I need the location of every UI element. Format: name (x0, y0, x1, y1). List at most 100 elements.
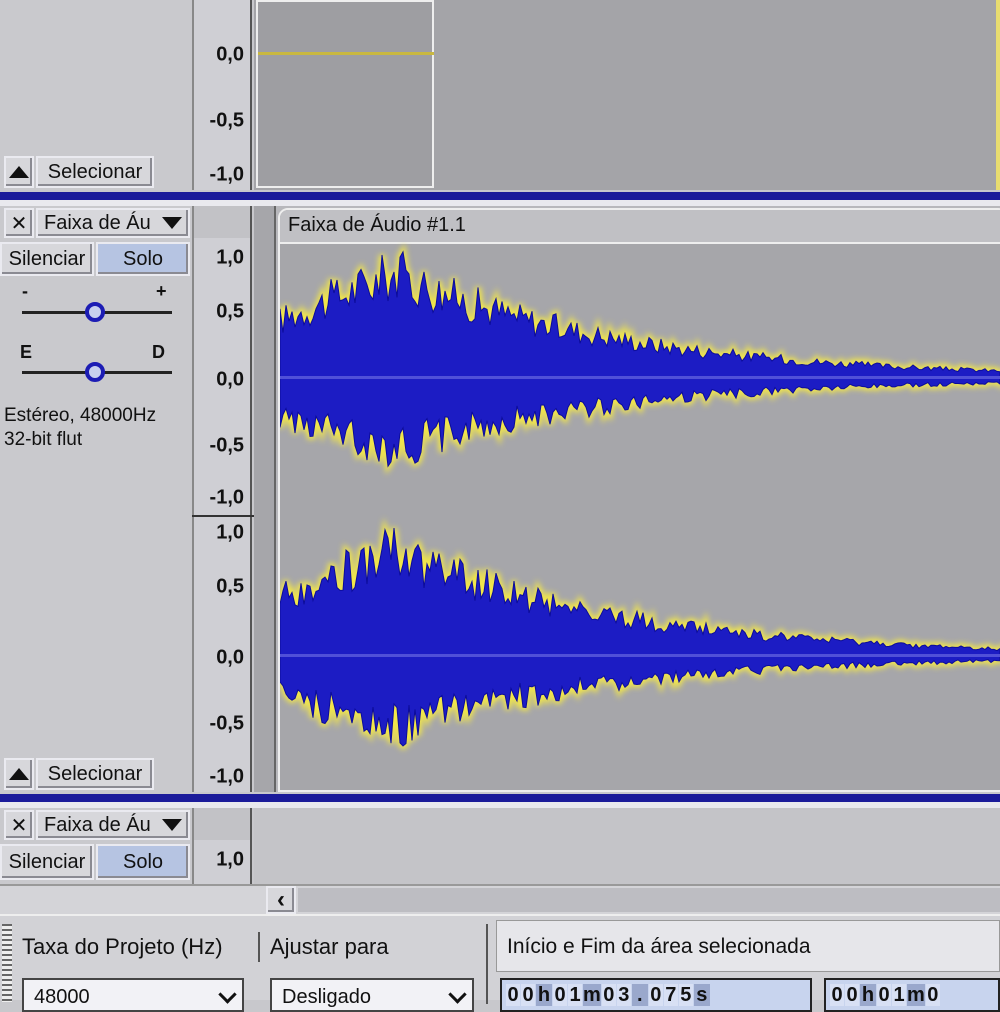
track1-waveform-area[interactable]: Faixa de Áudio #1.1 (254, 206, 1000, 792)
time-digit[interactable]: 0 (830, 984, 844, 1006)
track-separator (0, 192, 1000, 200)
triangle-down-icon (162, 217, 182, 229)
triangle-down-icon (162, 819, 182, 831)
time-unit: m (583, 984, 601, 1006)
time-digit[interactable]: 1 (568, 984, 582, 1006)
ruler-tick: -0,5 (209, 712, 244, 735)
select-track-button[interactable]: Selecionar (36, 758, 154, 790)
track2-name-menu[interactable]: Faixa de Áu (36, 810, 190, 840)
time-unit: s (693, 984, 710, 1006)
ruler-tick: 1,0 (216, 246, 244, 269)
track2-ruler: 1,0 (192, 808, 252, 884)
time-digit[interactable]: 7 (663, 984, 678, 1006)
time-digit[interactable]: 0 (845, 984, 859, 1006)
collapse-button[interactable] (4, 156, 34, 188)
waveform-center (280, 654, 1000, 657)
ruler-tick: -1,0 (209, 486, 244, 509)
track1-upper-ruler: 1,0 0,5 0,0 -0,5 -1,0 (192, 206, 252, 516)
top-track-vertical-ruler: 0,0 -0,5 -1,0 (192, 0, 252, 190)
track1-format-info: Estéreo, 48000Hz 32-bit flut (4, 404, 156, 452)
track1-solo-button[interactable]: Solo (96, 242, 190, 276)
top-track-zero-line (258, 52, 434, 55)
chevron-down-icon (448, 985, 467, 1004)
top-track-waveform-area[interactable] (254, 0, 1000, 190)
selection-header: Início e Fim da área selecionada (496, 920, 1000, 972)
track-separator (0, 794, 1000, 802)
clip-title-bar[interactable]: Faixa de Áudio #1.1 (280, 210, 1000, 244)
project-rate-label: Taxa do Projeto (Hz) (22, 934, 223, 959)
track-name-label: Faixa de Áu (44, 211, 151, 234)
selection-end-time[interactable]: 00h01m0 (824, 978, 1000, 1012)
chevron-left-icon: ‹ (277, 886, 285, 913)
track2-solo-button[interactable]: Solo (96, 844, 190, 880)
time-digit[interactable]: 0 (521, 984, 535, 1006)
time-digit[interactable]: 0 (601, 984, 616, 1006)
time-digit[interactable]: 1 (892, 984, 906, 1006)
time-digit[interactable]: 0 (553, 984, 567, 1006)
waveform-center (280, 376, 1000, 379)
clip-left-margin (254, 206, 276, 792)
ruler-tick: -0,5 (209, 434, 244, 457)
ruler-tick: -0,5 (209, 109, 244, 132)
time-digit[interactable]: 5 (678, 984, 693, 1006)
time-digit[interactable]: 0 (925, 984, 940, 1006)
top-track-clip (256, 0, 434, 188)
scrollbar-track[interactable] (298, 888, 1000, 912)
track-format-bits: 32-bit flut (4, 429, 83, 450)
pan-right-label: D (152, 342, 165, 362)
gain-minus-label: - (22, 281, 28, 301)
ruler-tick: 0,0 (216, 646, 244, 669)
track1-close-button[interactable]: ✕ (4, 208, 34, 238)
ruler-tick: 0,5 (216, 300, 244, 323)
selection-start-time[interactable]: 00h01m03.075s (500, 978, 812, 1012)
ruler-tick: 1,0 (216, 848, 244, 871)
track1-name-menu[interactable]: Faixa de Áu (36, 208, 190, 238)
ruler-tick: 0,0 (216, 368, 244, 391)
select-track-button[interactable]: Selecionar (36, 156, 154, 188)
track-name-label: Faixa de Áu (44, 813, 151, 836)
time-digit[interactable]: 0 (877, 984, 891, 1006)
time-unit: h (860, 984, 876, 1006)
selection-toolbar: Taxa do Projeto (Hz) Ajustar para Início… (0, 914, 1000, 1012)
track2-waveform-area[interactable] (254, 808, 1000, 884)
project-rate-select[interactable]: 48000 (22, 978, 244, 1012)
time-unit: m (907, 984, 925, 1006)
waveform-channel (280, 527, 1000, 747)
selection-label: Início e Fim da área selecionada (507, 935, 811, 958)
snap-value: Desligado (282, 986, 371, 1008)
close-icon: ✕ (10, 814, 28, 837)
collapse-button[interactable] (4, 758, 34, 790)
scroll-left-button[interactable]: ‹ (266, 886, 296, 914)
time-digit[interactable]: 3 (616, 984, 631, 1006)
horizontal-scrollbar[interactable]: ‹ (0, 884, 1000, 914)
ruler-tick: -1,0 (209, 163, 244, 186)
track2-mute-button[interactable]: Silenciar (0, 844, 94, 880)
project-rate-value: 48000 (34, 986, 90, 1008)
toolbar-divider (258, 932, 260, 962)
pan-slider-handle[interactable] (85, 362, 105, 382)
track-format-rate: Estéreo, 48000Hz (4, 405, 157, 426)
clip-title: Faixa de Áudio #1.1 (288, 214, 466, 236)
time-digit[interactable]: 0 (648, 984, 663, 1006)
ruler-tick: 0,5 (216, 575, 244, 598)
track1-lower-ruler: 1,0 0,5 0,0 -0,5 -1,0 (192, 517, 252, 792)
time-unit: . (631, 984, 648, 1006)
toolbar-grabber[interactable] (2, 924, 12, 1002)
ruler-tick: 1,0 (216, 521, 244, 544)
time-unit: h (536, 984, 552, 1006)
time-digit[interactable]: 0 (506, 984, 520, 1006)
waveform-svg (280, 243, 1000, 751)
ruler-tick: 0,0 (216, 43, 244, 66)
snap-label: Ajustar para (270, 934, 389, 959)
track2-close-button[interactable]: ✕ (4, 810, 34, 840)
gain-slider-handle[interactable] (85, 302, 105, 322)
chevron-down-icon (218, 985, 237, 1004)
toolbar-divider (486, 924, 488, 1004)
close-icon: ✕ (10, 212, 28, 235)
pan-left-label: E (20, 342, 33, 362)
gain-plus-label: + (156, 281, 167, 301)
ruler-tick: -1,0 (209, 765, 244, 788)
track1-mute-button[interactable]: Silenciar (0, 242, 94, 276)
triangle-up-icon (9, 768, 29, 780)
snap-select[interactable]: Desligado (270, 978, 474, 1012)
